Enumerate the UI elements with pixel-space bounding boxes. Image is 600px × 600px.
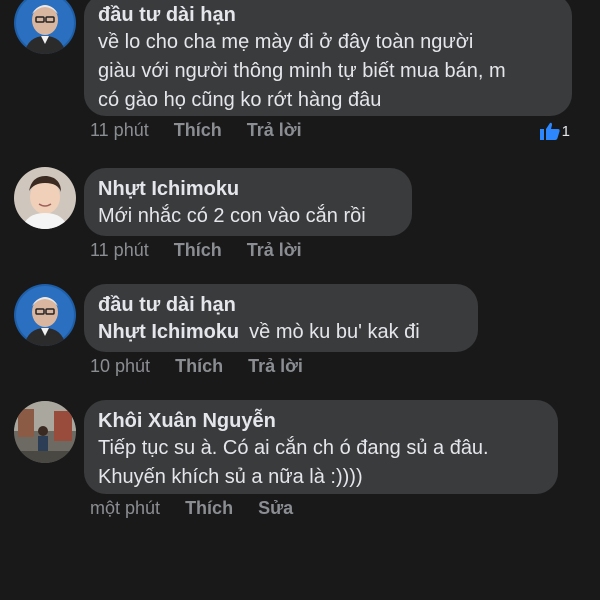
comment-text: Mới nhắc có 2 con vào cắn rồi <box>98 202 398 231</box>
comment-time[interactable]: 11 phút <box>90 239 149 261</box>
comment-bubble: Nhựt Ichimoku Mới nhắc có 2 con vào cắn … <box>84 168 412 236</box>
avatar[interactable] <box>14 167 76 229</box>
reply-button[interactable]: Trả lời <box>247 239 302 261</box>
like-reaction-icon <box>539 122 560 140</box>
reaction-count[interactable]: 1 <box>539 122 570 140</box>
comment-time[interactable]: 11 phút <box>90 119 149 141</box>
like-button[interactable]: Thích <box>185 497 233 519</box>
comment-line: có gào họ cũng ko rớt hàng đâu <box>98 89 382 111</box>
comment-author[interactable]: đầu tư dài hạn <box>98 2 558 28</box>
comment-time[interactable]: 10 phút <box>90 355 150 377</box>
comment-bubble: đầu tư dài hạn Nhựt Ichimoku về mò ku bu'… <box>84 284 478 352</box>
avatar[interactable] <box>14 401 76 463</box>
comment-line-text: về mò ku bu' kak đi <box>249 321 420 343</box>
comment-bubble: đầu tư dài hạn về lo cho cha mẹ mày đi ở… <box>84 0 572 116</box>
comment-meta: 10 phút Thích Trả lời <box>90 355 323 377</box>
comment-line: Mới nhắc có 2 con vào cắn rồi <box>98 205 366 227</box>
comment-line: giàu với người thông minh tự biết mua bá… <box>98 60 506 82</box>
comment-author[interactable]: Khôi Xuân Nguyễn <box>98 408 544 434</box>
comment-thread: đầu tư dài hạn về lo cho cha mẹ mày đi ở… <box>0 0 600 600</box>
avatar[interactable] <box>14 284 76 346</box>
comment-meta: 11 phút Thích Trả lời <box>90 119 322 141</box>
reply-button[interactable]: Trả lời <box>248 355 303 377</box>
comment-line: Khuyến khích sủ a nữa là :)))) <box>98 466 363 488</box>
like-button[interactable]: Thích <box>174 239 222 261</box>
comment-bubble: Khôi Xuân Nguyễn Tiếp tục su à. Có ai cắ… <box>84 400 558 494</box>
like-button[interactable]: Thích <box>175 355 223 377</box>
comment-text: Tiếp tục su à. Có ai cắn ch ó đang sủ a … <box>98 434 544 492</box>
comment-time[interactable]: một phút <box>90 497 160 519</box>
comment-text: về lo cho cha mẹ mày đi ở đây toàn người… <box>98 28 558 115</box>
edit-button[interactable]: Sửa <box>258 497 293 519</box>
comment-text: Nhựt Ichimoku về mò ku bu' kak đi <box>98 318 464 347</box>
comment-line: về lo cho cha mẹ mày đi ở đây toàn người <box>98 31 474 53</box>
comment-meta: 11 phút Thích Trả lời <box>90 239 322 261</box>
comment-line: Nhựt Ichimoku về mò ku bu' kak đi <box>98 318 464 347</box>
reaction-number: 1 <box>561 122 570 140</box>
comment-author[interactable]: Nhựt Ichimoku <box>98 176 398 202</box>
reply-button[interactable]: Trả lời <box>247 119 302 141</box>
like-button[interactable]: Thích <box>174 119 222 141</box>
avatar[interactable] <box>14 0 76 54</box>
mention-tag[interactable]: Nhựt Ichimoku <box>98 321 239 343</box>
comment-line: Tiếp tục su à. Có ai cắn ch ó đang sủ a … <box>98 437 489 459</box>
comment-meta: một phút Thích Sửa <box>90 497 313 519</box>
comment-author[interactable]: đầu tư dài hạn <box>98 292 464 318</box>
